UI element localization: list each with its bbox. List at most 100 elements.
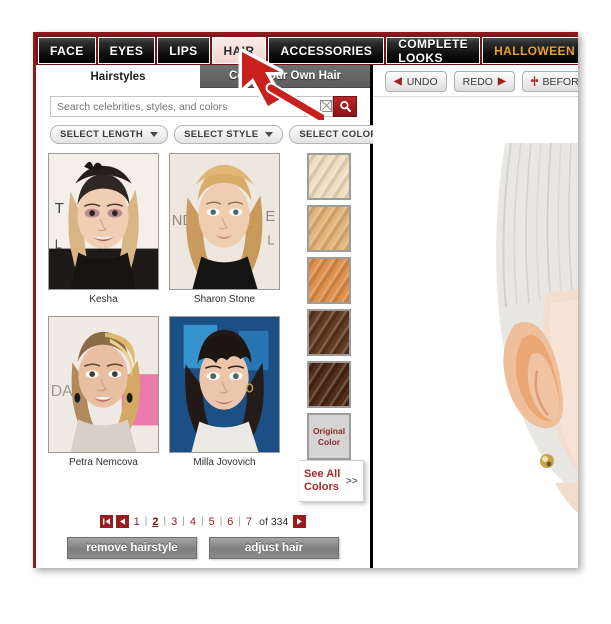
hairstyle-caption: Kesha bbox=[89, 294, 118, 305]
page-total-label: of 334 bbox=[259, 515, 289, 528]
subtab-label: Color Your Own Hair bbox=[228, 70, 342, 82]
before-button[interactable]: •|• BEFORE bbox=[521, 71, 578, 92]
chevron-left-icon: ◀ bbox=[394, 76, 402, 87]
color-swatch-copper-strawberry[interactable] bbox=[307, 257, 351, 304]
nav-tab-label: COMPLETE LOOKS bbox=[398, 36, 469, 65]
page-separator: | bbox=[219, 516, 223, 527]
original-color-line1: Original bbox=[312, 425, 346, 436]
model-preview-canvas[interactable] bbox=[373, 97, 578, 568]
prev-page-button[interactable] bbox=[115, 515, 129, 528]
hairstyle-caption: Petra Nemcova bbox=[69, 457, 138, 468]
nav-tab-accessories[interactable]: ACCESSORIES bbox=[268, 37, 385, 64]
close-x-icon[interactable] bbox=[320, 100, 332, 112]
see-all-colors-button[interactable]: See All Colors >> bbox=[299, 460, 364, 502]
nav-tab-complete-looks[interactable]: COMPLETE LOOKS bbox=[386, 36, 481, 65]
button-label: BEFORE bbox=[542, 75, 578, 88]
page-separator: | bbox=[200, 516, 204, 527]
preview-panel: ◀ UNDO REDO ▶ •|• BEFORE bbox=[373, 65, 578, 568]
hairstyle-card-kesha[interactable]: T L Kesha bbox=[48, 153, 159, 312]
nav-tab-hair[interactable]: HAIR bbox=[211, 37, 267, 64]
chevron-double-right-icon: >> bbox=[346, 475, 358, 487]
button-label: REDO bbox=[462, 75, 493, 88]
hair-texture bbox=[309, 363, 349, 406]
hair-texture bbox=[309, 207, 349, 250]
undo-button[interactable]: ◀ UNDO bbox=[385, 71, 447, 92]
color-swatch-dark-brown[interactable] bbox=[307, 361, 351, 408]
button-label: UNDO bbox=[406, 75, 438, 88]
hairstyle-card-petra-nemcova[interactable]: DA Petra Nemcova bbox=[48, 316, 159, 475]
select-length-dropdown[interactable]: SELECT LENGTH bbox=[50, 125, 169, 144]
see-all-colors-label: See All Colors bbox=[299, 468, 346, 494]
redo-button[interactable]: REDO ▶ bbox=[453, 71, 515, 92]
filter-bar: SELECT LENGTH SELECT STYLE SELECT COLOR bbox=[50, 125, 403, 144]
action-button-row: remove hairstyle adjust hair bbox=[36, 537, 370, 559]
color-swatch-medium-brown[interactable] bbox=[307, 309, 351, 356]
select-style-dropdown[interactable]: SELECT STYLE bbox=[174, 125, 284, 144]
hairstyle-caption: Sharon Stone bbox=[193, 294, 256, 305]
svg-text:T: T bbox=[55, 201, 64, 217]
hairstyle-thumbnail[interactable]: DA bbox=[48, 316, 159, 453]
search-row bbox=[50, 96, 357, 117]
page-separator: | bbox=[182, 516, 185, 527]
original-color-line2: Color bbox=[317, 436, 341, 447]
search-submit-button[interactable] bbox=[333, 96, 357, 117]
nav-tab-label: LIPS bbox=[169, 43, 198, 58]
page-link-4[interactable]: 4 bbox=[188, 516, 198, 528]
page-link-1[interactable]: 1 bbox=[132, 516, 142, 528]
subtab-hairstyles[interactable]: Hairstyles bbox=[36, 65, 200, 88]
page-separator: | bbox=[163, 516, 167, 527]
page-link-2[interactable]: 2 bbox=[150, 516, 160, 528]
page-link-7[interactable]: 7 bbox=[244, 516, 254, 528]
svg-text:L: L bbox=[267, 233, 274, 248]
hairstyle-card-sharon-stone[interactable]: ND E L Sharon Stone bbox=[169, 153, 280, 312]
page-separator: | bbox=[144, 516, 148, 527]
nav-tab-label: ACCESSORIES bbox=[280, 43, 373, 58]
next-page-button[interactable] bbox=[293, 515, 307, 528]
pagination: 1 | 2 | 3 | 4 | 5 | 6 | 7 of 334 bbox=[36, 515, 370, 528]
primary-nav-bar: FACE EYES LIPS HAIR ACCESSORIES COMPLETE… bbox=[33, 32, 578, 65]
color-swatch-golden-blonde[interactable] bbox=[307, 205, 351, 252]
nav-tab-eyes[interactable]: EYES bbox=[97, 37, 156, 64]
page-link-3[interactable]: 3 bbox=[169, 516, 179, 528]
page-link-6[interactable]: 6 bbox=[225, 516, 235, 528]
first-page-button[interactable] bbox=[99, 515, 113, 528]
remove-hairstyle-button[interactable]: remove hairstyle bbox=[67, 537, 197, 559]
app-body: Hairstyles Color Your Own Hair SELECT LE… bbox=[33, 65, 578, 568]
color-swatch-pale-blonde[interactable] bbox=[307, 153, 351, 200]
hairstyle-card-milla-jovovich[interactable]: Milla Jovovich bbox=[169, 316, 280, 475]
next-page-icon bbox=[297, 518, 303, 525]
search-icon bbox=[339, 101, 351, 112]
preview-toolbar: ◀ UNDO REDO ▶ •|• BEFORE bbox=[385, 71, 578, 92]
panel-subtabs: Hairstyles Color Your Own Hair bbox=[36, 65, 370, 88]
nav-tab-face[interactable]: FACE bbox=[38, 37, 96, 64]
hair-texture bbox=[309, 259, 349, 302]
model-portrait bbox=[459, 143, 578, 568]
nav-tab-label: HALLOWEEN bbox=[494, 43, 576, 58]
grid-row: DA Petra Nemcova Milla Jovovich bbox=[48, 316, 283, 475]
svg-text:DA: DA bbox=[51, 383, 73, 400]
page-link-5[interactable]: 5 bbox=[207, 516, 217, 528]
hair-texture bbox=[309, 311, 349, 354]
nav-tab-lips[interactable]: LIPS bbox=[157, 37, 210, 64]
nav-tab-halloween[interactable]: HALLOWEEN bbox=[482, 37, 578, 64]
prev-page-icon bbox=[119, 518, 125, 525]
search-input[interactable] bbox=[50, 96, 333, 117]
celebrity-photo: DA bbox=[49, 317, 158, 452]
color-swatch-original-color[interactable]: Original Color bbox=[307, 413, 351, 460]
grid-row: T L Kesha ND E L Sharon Stone bbox=[48, 153, 283, 312]
original-color-label: Original Color bbox=[313, 426, 345, 448]
celebrity-photo bbox=[170, 317, 279, 452]
hairstyle-results-grid: T L Kesha ND E L Sharon Stone DA Petra N… bbox=[48, 153, 283, 479]
hairstyle-thumbnail[interactable]: T L bbox=[48, 153, 159, 290]
before-after-icon: •|• bbox=[530, 76, 539, 87]
hairstyle-thumbnail[interactable] bbox=[169, 316, 280, 453]
hairstyles-panel: Hairstyles Color Your Own Hair SELECT LE… bbox=[36, 65, 403, 568]
filter-label: SELECT LENGTH bbox=[60, 129, 144, 140]
subtab-color-your-own-hair[interactable]: Color Your Own Hair bbox=[200, 65, 370, 88]
chevron-down-icon bbox=[150, 132, 159, 137]
see-all-line1: See All bbox=[304, 468, 341, 480]
svg-text:L: L bbox=[55, 237, 62, 252]
hairstyle-thumbnail[interactable]: ND E L bbox=[169, 153, 280, 290]
nav-tab-label: HAIR bbox=[223, 43, 255, 58]
adjust-hair-button[interactable]: adjust hair bbox=[209, 537, 339, 559]
